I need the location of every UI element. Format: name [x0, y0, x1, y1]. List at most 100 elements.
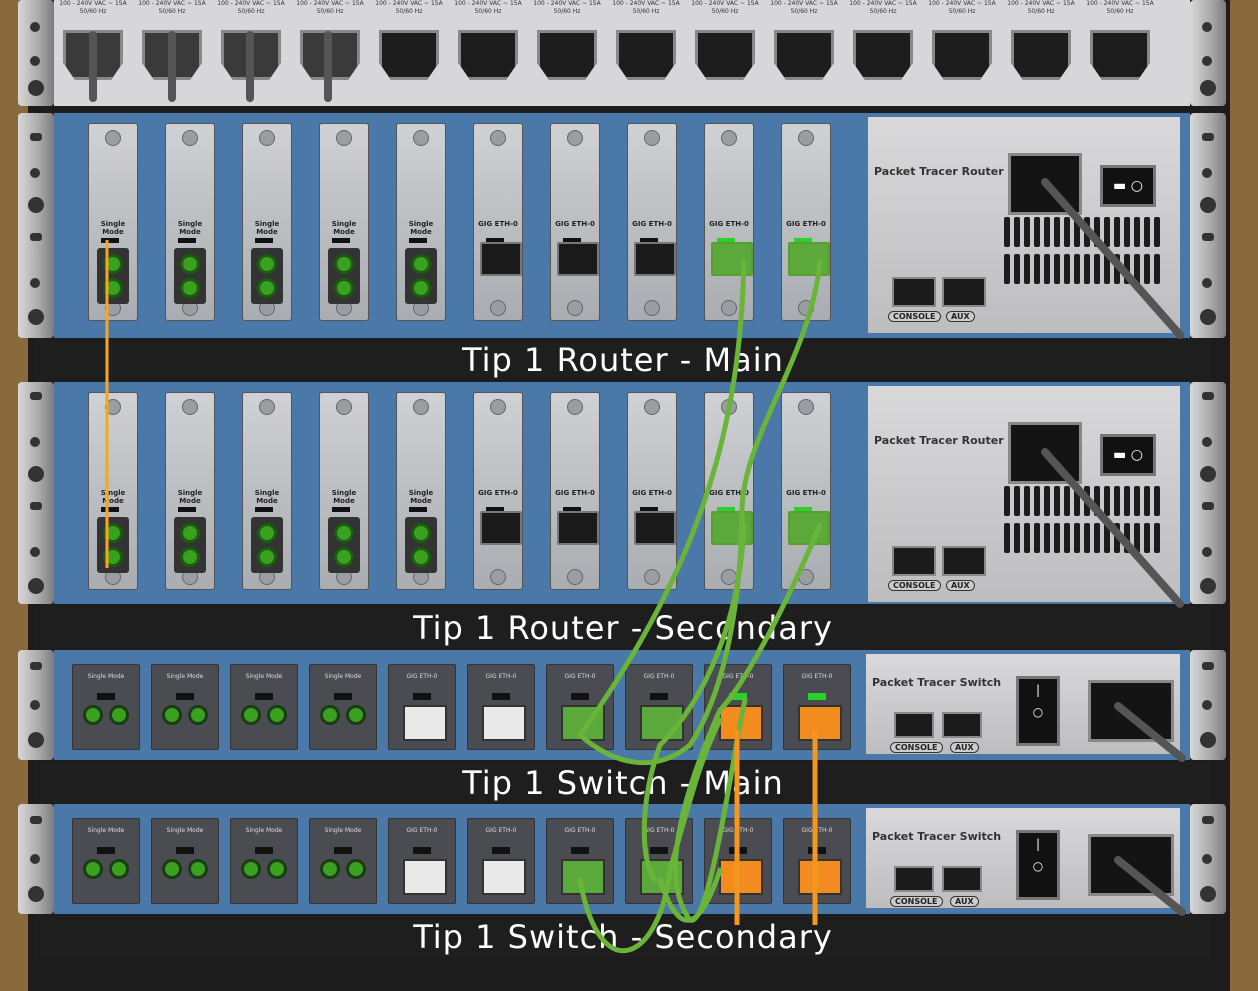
- aux-port[interactable]: [942, 546, 986, 576]
- power-outlet[interactable]: 100 - 240V VAC ~ 15A 50/60 Hz: [58, 0, 128, 96]
- interface-module[interactable]: GIG ETH-0: [627, 392, 677, 590]
- ethernet-port[interactable]: [557, 242, 599, 276]
- router-main[interactable]: Single Mode Single Mode Single Mode Sing…: [18, 113, 1226, 338]
- interface-module[interactable]: GIG ETH-0: [704, 123, 754, 321]
- interface-module[interactable]: Single Mode: [396, 392, 446, 590]
- ethernet-port[interactable]: [640, 859, 684, 895]
- interface-module[interactable]: Single Mode: [242, 123, 292, 321]
- fiber-port[interactable]: [328, 248, 360, 304]
- ethernet-port[interactable]: [480, 242, 522, 276]
- switch-port-module[interactable]: Single Mode: [151, 818, 219, 904]
- ethernet-port[interactable]: [482, 705, 526, 741]
- ethernet-port[interactable]: [634, 511, 676, 545]
- power-switch[interactable]: | ○: [1016, 830, 1060, 900]
- ethernet-port[interactable]: [711, 242, 753, 276]
- power-outlet[interactable]: 100 - 240V VAC ~ 15A 50/60 Hz: [374, 0, 444, 96]
- interface-module[interactable]: GIG ETH-0: [781, 392, 831, 590]
- fiber-port[interactable]: [83, 705, 103, 725]
- interface-module[interactable]: GIG ETH-0: [550, 392, 600, 590]
- power-outlet[interactable]: 100 - 240V VAC ~ 15A 50/60 Hz: [1006, 0, 1076, 96]
- power-outlet[interactable]: 100 - 240V VAC ~ 15A 50/60 Hz: [137, 0, 207, 96]
- fiber-port[interactable]: [267, 705, 287, 725]
- switch-port-module[interactable]: GIG ETH-0: [467, 818, 535, 904]
- fiber-port[interactable]: [320, 859, 340, 879]
- switch-port-module[interactable]: GIG ETH-0: [625, 818, 693, 904]
- fiber-port[interactable]: [109, 859, 129, 879]
- router-secondary[interactable]: Single Mode Single Mode Single Mode Sing…: [18, 382, 1226, 604]
- interface-module[interactable]: GIG ETH-0: [627, 123, 677, 321]
- fiber-port[interactable]: [174, 517, 206, 573]
- switch-port-module[interactable]: GIG ETH-0: [783, 664, 851, 750]
- interface-module[interactable]: Single Mode: [88, 392, 138, 590]
- fiber-port[interactable]: [328, 517, 360, 573]
- ethernet-port[interactable]: [788, 511, 830, 545]
- fiber-port[interactable]: [405, 248, 437, 304]
- ethernet-port[interactable]: [798, 859, 842, 895]
- power-socket-icon[interactable]: [1008, 422, 1082, 484]
- ethernet-port[interactable]: [719, 859, 763, 895]
- switch-port-module[interactable]: Single Mode: [309, 664, 377, 750]
- power-socket-icon[interactable]: [1008, 153, 1082, 215]
- interface-module[interactable]: Single Mode: [88, 123, 138, 321]
- aux-port[interactable]: [942, 277, 986, 307]
- ethernet-port[interactable]: [482, 859, 526, 895]
- power-outlet[interactable]: 100 - 240V VAC ~ 15A 50/60 Hz: [295, 0, 365, 96]
- aux-port[interactable]: [942, 712, 982, 738]
- power-switch[interactable]: | ○: [1016, 676, 1060, 746]
- fiber-port[interactable]: [162, 705, 182, 725]
- power-outlet[interactable]: 100 - 240V VAC ~ 15A 50/60 Hz: [1085, 0, 1155, 96]
- power-socket-icon[interactable]: [1088, 834, 1174, 896]
- switch-port-module[interactable]: GIG ETH-0: [625, 664, 693, 750]
- switch-port-module[interactable]: Single Mode: [72, 818, 140, 904]
- console-port[interactable]: [892, 277, 936, 307]
- power-outlet[interactable]: 100 - 240V VAC ~ 15A 50/60 Hz: [216, 0, 286, 96]
- interface-module[interactable]: Single Mode: [242, 392, 292, 590]
- interface-module[interactable]: GIG ETH-0: [781, 123, 831, 321]
- interface-module[interactable]: Single Mode: [319, 123, 369, 321]
- power-socket-icon[interactable]: [1088, 680, 1174, 742]
- fiber-port[interactable]: [97, 517, 129, 573]
- interface-module[interactable]: GIG ETH-0: [704, 392, 754, 590]
- switch-port-module[interactable]: Single Mode: [151, 664, 219, 750]
- switch-port-module[interactable]: GIG ETH-0: [546, 818, 614, 904]
- fiber-port[interactable]: [346, 705, 366, 725]
- fiber-port[interactable]: [188, 859, 208, 879]
- ethernet-port[interactable]: [640, 705, 684, 741]
- fiber-port[interactable]: [405, 517, 437, 573]
- switch-port-module[interactable]: GIG ETH-0: [546, 664, 614, 750]
- ethernet-port[interactable]: [788, 242, 830, 276]
- ethernet-port[interactable]: [403, 705, 447, 741]
- console-port[interactable]: [892, 546, 936, 576]
- ethernet-port[interactable]: [403, 859, 447, 895]
- fiber-port[interactable]: [241, 859, 261, 879]
- power-switch[interactable]: ▬ ○: [1100, 434, 1156, 476]
- power-outlet[interactable]: 100 - 240V VAC ~ 15A 50/60 Hz: [769, 0, 839, 96]
- fiber-port[interactable]: [109, 705, 129, 725]
- fiber-port[interactable]: [267, 859, 287, 879]
- ethernet-port[interactable]: [557, 511, 599, 545]
- interface-module[interactable]: GIG ETH-0: [550, 123, 600, 321]
- ethernet-port[interactable]: [719, 705, 763, 741]
- switch-port-module[interactable]: GIG ETH-0: [388, 818, 456, 904]
- power-outlet[interactable]: 100 - 240V VAC ~ 15A 50/60 Hz: [453, 0, 523, 96]
- switch-port-module[interactable]: Single Mode: [309, 818, 377, 904]
- switch-port-module[interactable]: GIG ETH-0: [783, 818, 851, 904]
- ethernet-port[interactable]: [480, 511, 522, 545]
- ethernet-port[interactable]: [798, 705, 842, 741]
- power-outlet[interactable]: 100 - 240V VAC ~ 15A 50/60 Hz: [532, 0, 602, 96]
- console-port[interactable]: [894, 866, 934, 892]
- fiber-port[interactable]: [162, 859, 182, 879]
- power-outlet[interactable]: 100 - 240V VAC ~ 15A 50/60 Hz: [927, 0, 997, 96]
- switch-port-module[interactable]: Single Mode: [72, 664, 140, 750]
- interface-module[interactable]: Single Mode: [165, 392, 215, 590]
- switch-port-module[interactable]: GIG ETH-0: [467, 664, 535, 750]
- power-outlet[interactable]: 100 - 240V VAC ~ 15A 50/60 Hz: [611, 0, 681, 96]
- fiber-port[interactable]: [83, 859, 103, 879]
- switch-port-module[interactable]: Single Mode: [230, 664, 298, 750]
- switch-port-module[interactable]: GIG ETH-0: [388, 664, 456, 750]
- switch-secondary[interactable]: Single Mode Single Mode Single Mode Single …: [18, 804, 1226, 914]
- power-switch[interactable]: ▬ ○: [1100, 165, 1156, 207]
- fiber-port[interactable]: [188, 705, 208, 725]
- aux-port[interactable]: [942, 866, 982, 892]
- fiber-port[interactable]: [346, 859, 366, 879]
